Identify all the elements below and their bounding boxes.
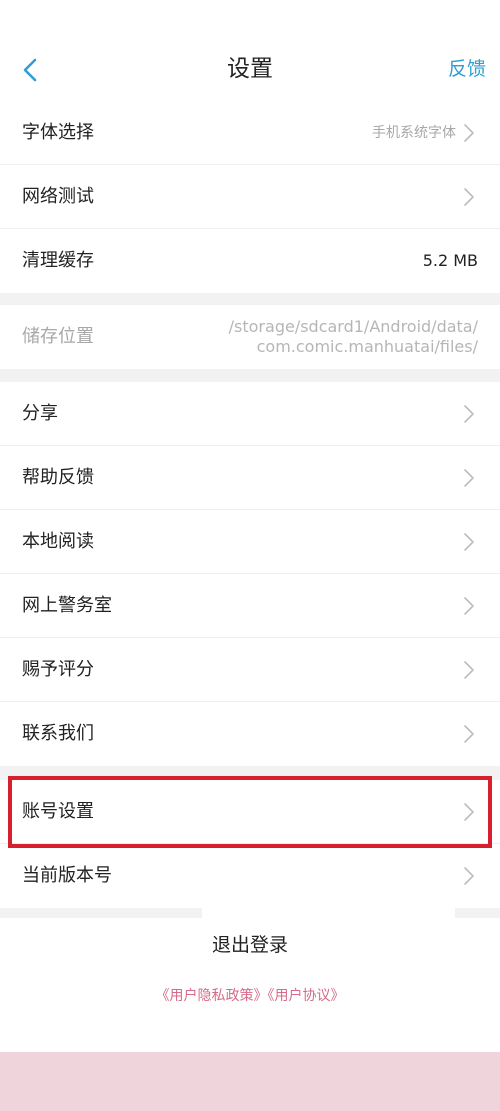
clear-cache-label: 清理缓存 [22,250,94,271]
chevron-right-icon [464,405,474,423]
section-divider [455,908,500,918]
privacy-policy-link[interactable]: 《用户隐私政策》 [156,988,268,1004]
storage-path-line1: /storage/sdcard1/Android/data/ [228,317,478,336]
chevron-right-icon [464,661,474,679]
current-version-label: 当前版本号 [22,865,112,886]
bottom-banner [0,1052,500,1111]
clear-cache-row[interactable]: 清理缓存 5.2 MB [0,229,500,293]
cache-size-value: 5.2 MB [422,251,478,270]
share-row[interactable]: 分享 [0,382,500,446]
font-select-row[interactable]: 字体选择 手机系统字体 [0,101,500,165]
section-divider [0,293,500,305]
local-reading-row[interactable]: 本地阅读 [0,510,500,574]
section-divider [0,766,500,780]
current-version-row[interactable]: 当前版本号 [0,844,500,908]
top-bar: 设置 反馈 [0,36,500,103]
storage-path: /storage/sdcard1/Android/data/ com.comic… [229,317,478,357]
policy-links: 《用户隐私政策》《用户协议》 [0,985,500,1005]
account-settings-label: 账号设置 [22,801,94,822]
help-feedback-label: 帮助反馈 [22,467,94,488]
page-title: 设置 [227,56,273,82]
local-reading-label: 本地阅读 [22,531,94,552]
font-select-label: 字体选择 [22,122,94,143]
chevron-right-icon [464,597,474,615]
help-feedback-row[interactable]: 帮助反馈 [0,446,500,510]
rate-app-row[interactable]: 赐予评分 [0,638,500,702]
network-test-label: 网络测试 [22,186,94,207]
storage-location-label: 储存位置 [22,326,94,347]
user-agreement-link[interactable]: 《用户协议》 [268,988,345,1004]
online-police-label: 网上警务室 [22,595,112,616]
rate-app-label: 赐予评分 [22,659,94,680]
section-divider [0,369,500,382]
contact-us-label: 联系我们 [22,723,94,744]
contact-us-row[interactable]: 联系我们 [0,702,500,766]
section-divider [0,908,202,918]
chevron-right-icon [464,124,474,142]
account-settings-row[interactable]: 账号设置 [0,780,500,844]
chevron-right-icon [464,725,474,743]
storage-location-row: 储存位置 /storage/sdcard1/Android/data/ com.… [0,305,500,369]
logout-button[interactable]: 退出登录 [0,930,500,957]
chevron-right-icon [464,188,474,206]
share-label: 分享 [22,403,58,424]
feedback-button[interactable]: 反馈 [448,36,486,102]
chevron-right-icon [464,803,474,821]
settings-screen: 设置 反馈 字体选择 手机系统字体 网络测试 清理缓存 5.2 MB 储存位置 … [0,0,500,1111]
storage-path-line2: com.comic.manhuatai/files/ [256,337,478,356]
network-test-row[interactable]: 网络测试 [0,165,500,229]
chevron-right-icon [464,867,474,885]
chevron-right-icon [464,469,474,487]
online-police-row[interactable]: 网上警务室 [0,574,500,638]
font-select-value: 手机系统字体 [372,125,456,141]
chevron-right-icon [464,533,474,551]
